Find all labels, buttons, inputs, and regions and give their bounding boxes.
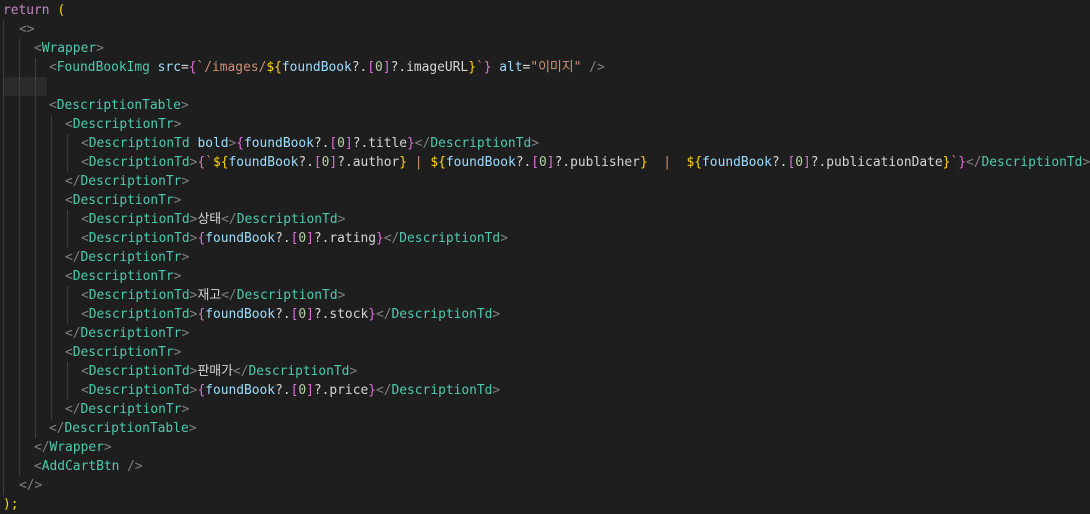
code-line-22: </DescriptionTr> — [0, 400, 1090, 419]
code-line-24: </Wrapper> — [0, 438, 1090, 457]
description-table-tag: DescriptionTable — [56, 98, 181, 113]
code-line-16: <DescriptionTd>재고</DescriptionTd> — [0, 286, 1090, 305]
code-line-26: </> — [0, 476, 1090, 495]
code-line-7: <DescriptionTr> — [0, 115, 1090, 134]
src-attr: src — [157, 60, 181, 75]
code-line-5 — [0, 77, 1090, 96]
indent-guide — [3, 20, 4, 39]
code-line-11: <DescriptionTr> — [0, 191, 1090, 210]
code-line-9: <DescriptionTd>{`${foundBook?.[0]?.autho… — [0, 153, 1090, 172]
code-line-6: <DescriptionTable> — [0, 96, 1090, 115]
code-line-13: <DescriptionTd>{foundBook?.[0]?.rating}<… — [0, 229, 1090, 248]
found-book-img-tag: FoundBookImg — [56, 60, 150, 75]
code-line-19: <DescriptionTr> — [0, 343, 1090, 362]
code-line-15: <DescriptionTr> — [0, 267, 1090, 286]
code-line-2: <> — [0, 20, 1090, 39]
stock-label: 재고 — [197, 288, 222, 303]
wrapper-tag: Wrapper — [41, 41, 97, 56]
alt-value: "이미지" — [530, 60, 582, 75]
return-keyword: return — [3, 3, 50, 18]
open-paren: ( — [49, 3, 66, 18]
fragment-close: </> — [19, 478, 43, 493]
code-editor[interactable]: return ( <> <Wrapper> <FoundBookImg src=… — [0, 0, 1090, 514]
code-line-20: <DescriptionTd>판매가</DescriptionTd> — [0, 362, 1090, 381]
close-paren: ); — [3, 497, 19, 512]
price-label: 판매가 — [197, 364, 234, 379]
code-line-25: <AddCartBtn /> — [0, 457, 1090, 476]
current-line-highlight — [3, 77, 47, 96]
code-line-8: <DescriptionTd bold>{foundBook?.[0]?.tit… — [0, 134, 1090, 153]
code-line-18: </DescriptionTr> — [0, 324, 1090, 343]
code-line-12: <DescriptionTd>상태</DescriptionTd> — [0, 210, 1090, 229]
add-cart-btn-tag: AddCartBtn — [41, 459, 120, 474]
code-line-14: </DescriptionTr> — [0, 248, 1090, 267]
code-line-27: ); — [0, 495, 1090, 514]
code-line-1: return ( — [0, 1, 1090, 20]
code-line-21: <DescriptionTd>{foundBook?.[0]?.price}</… — [0, 381, 1090, 400]
code-line-3: <Wrapper> — [0, 39, 1090, 58]
code-line-10: </DescriptionTr> — [0, 172, 1090, 191]
status-label: 상태 — [197, 212, 222, 227]
fragment-open: <> — [19, 22, 35, 37]
alt-attr: alt — [499, 60, 523, 75]
code-line-4: <FoundBookImg src={`/images/${foundBook?… — [0, 58, 1090, 77]
code-line-23: </DescriptionTable> — [0, 419, 1090, 438]
code-line-17: <DescriptionTd>{foundBook?.[0]?.stock}</… — [0, 305, 1090, 324]
